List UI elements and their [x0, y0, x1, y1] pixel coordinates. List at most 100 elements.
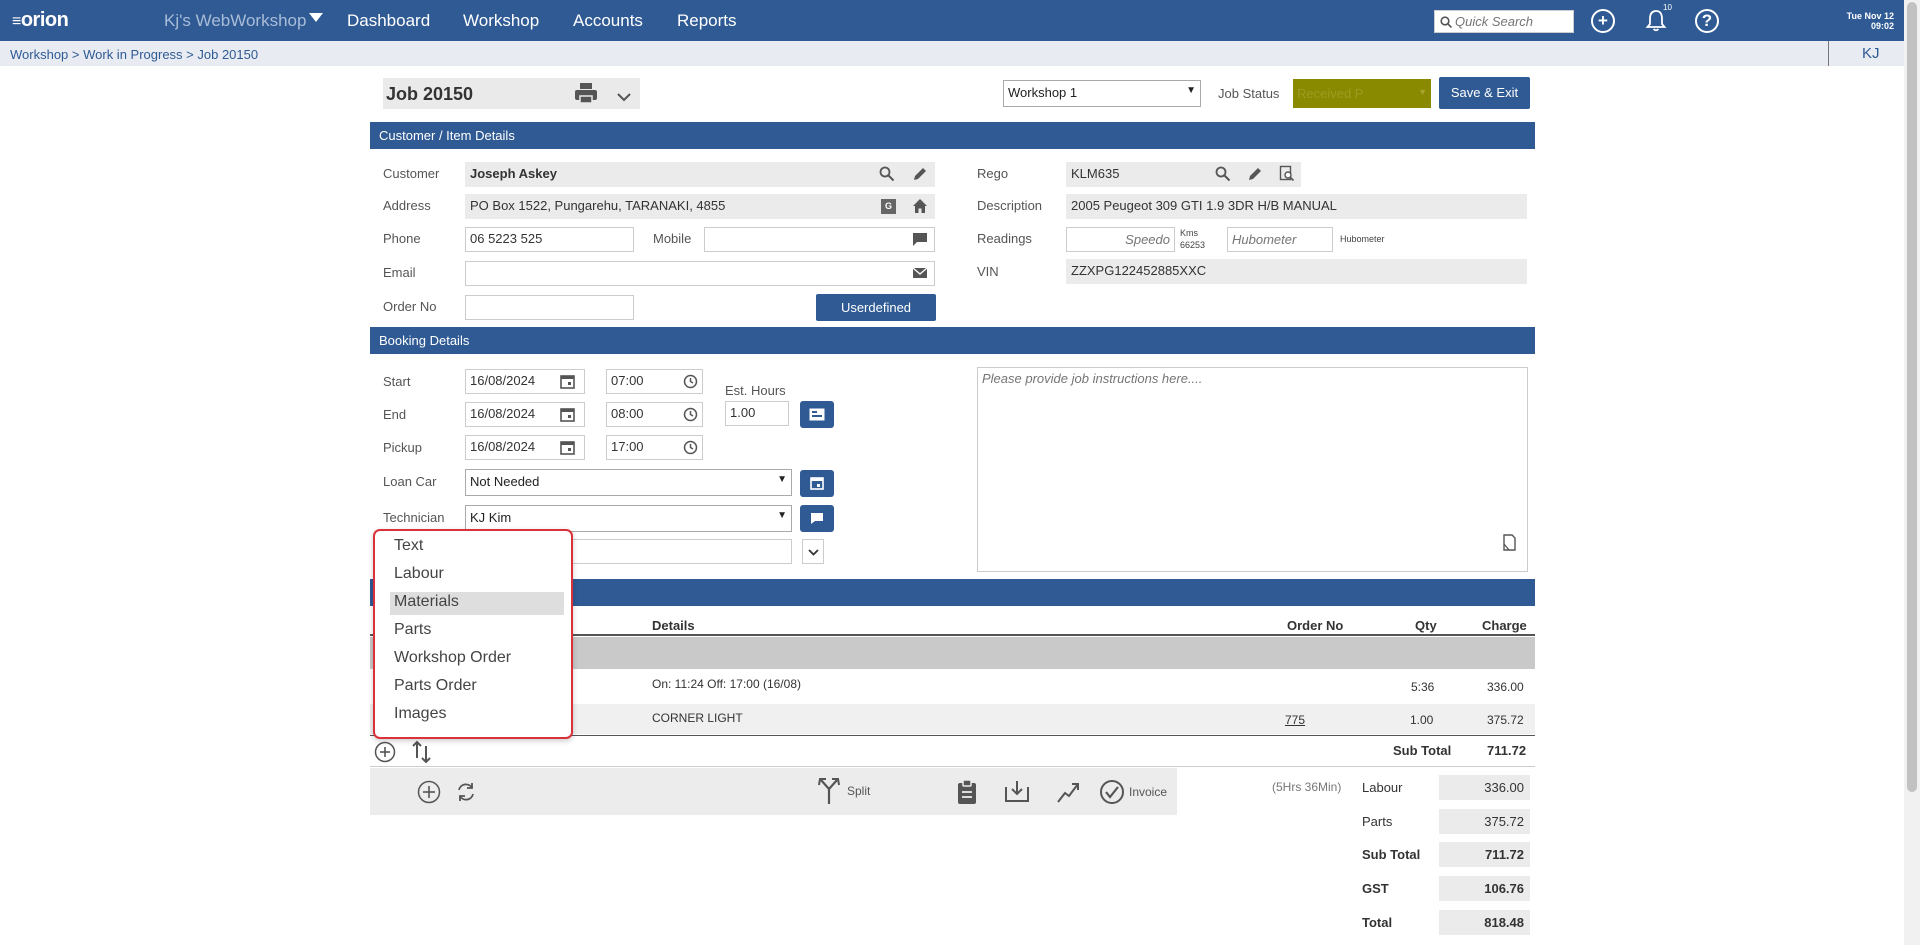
user-initials[interactable]: KJ [1862, 45, 1880, 62]
sort-icon[interactable] [411, 740, 433, 764]
workshop-switcher[interactable]: Kj's WebWorkshop [164, 11, 306, 31]
menu-item-text[interactable]: Text [390, 536, 564, 559]
chevron-down-icon[interactable] [616, 92, 632, 102]
email-field[interactable] [465, 261, 935, 286]
calendar-icon[interactable] [560, 374, 575, 389]
labour-total-label: Labour [1362, 780, 1403, 795]
col-charge: Charge [1482, 618, 1527, 633]
split-button[interactable]: Split [817, 777, 885, 805]
search-icon [1440, 16, 1452, 28]
technician-label: Technician [383, 510, 445, 525]
menu-item-parts-order[interactable]: Parts Order [390, 676, 564, 699]
booking-extra-toggle[interactable] [802, 539, 824, 564]
help-icon[interactable]: ? [1695, 9, 1719, 33]
hours-note: (5Hrs 36Min) [1272, 780, 1342, 794]
address-field[interactable]: PO Box 1522, Pungarehu, TARANAKI, 4855 [465, 194, 935, 219]
add-line-icon[interactable] [374, 741, 396, 763]
order-no-label: Order No [383, 299, 437, 314]
search-icon[interactable] [1215, 166, 1231, 182]
menu-item-parts[interactable]: Parts [390, 620, 564, 643]
gst-label: GST [1362, 881, 1389, 896]
userdefined-button[interactable]: Userdefined [816, 294, 936, 321]
menu-item-materials[interactable]: Materials [390, 592, 564, 615]
est-hours-field[interactable]: 1.00 [725, 401, 789, 426]
calendar-icon[interactable] [560, 407, 575, 422]
loan-car-select[interactable]: Not Needed ▼ [465, 469, 792, 496]
description-field[interactable]: 2005 Peugeot 309 GTI 1.9 3DR H/B MANUAL [1066, 194, 1527, 219]
parts-total-label: Parts [1362, 814, 1393, 829]
job-instructions-textarea[interactable] [977, 367, 1528, 572]
hubometer-unit-label: Hubometer [1340, 234, 1385, 244]
speedo-input[interactable] [1066, 227, 1175, 252]
schedule-button[interactable] [800, 401, 834, 428]
vin-field[interactable]: ZZXPG122452885XXC [1066, 259, 1527, 284]
calendar-icon[interactable] [560, 440, 575, 455]
note-icon[interactable] [1502, 534, 1517, 551]
clipboard-icon[interactable] [956, 779, 978, 805]
save-exit-button[interactable]: Save & Exit [1439, 77, 1530, 109]
breadcrumb[interactable]: Workshop > Work in Progress > Job 20150 [10, 47, 258, 62]
edit-icon[interactable] [912, 166, 928, 182]
customer-label: Customer [383, 166, 440, 181]
invoice-label: Invoice [1129, 785, 1168, 799]
nav-reports[interactable]: Reports [677, 11, 737, 31]
col-details: Details [652, 618, 695, 633]
subtotal-label: Sub Total [1393, 743, 1452, 758]
clock-icon[interactable] [683, 440, 698, 455]
row-order-no-link[interactable]: 775 [1285, 713, 1305, 727]
divider [1828, 41, 1829, 66]
pickup-label: Pickup [383, 440, 423, 455]
clock-icon[interactable] [683, 407, 698, 422]
divider [370, 766, 1535, 767]
search-input[interactable] [1455, 13, 1570, 30]
print-icon[interactable] [574, 82, 598, 104]
col-qty: Qty [1415, 618, 1437, 633]
mobile-field[interactable] [704, 227, 935, 252]
row-charge: 336.00 [1487, 680, 1524, 694]
home-icon[interactable] [912, 198, 928, 214]
menu-item-workshop-order[interactable]: Workshop Order [390, 648, 564, 671]
kms-reading: Kms 66253 [1180, 228, 1206, 250]
nav-dashboard[interactable]: Dashboard [347, 11, 430, 31]
quick-search[interactable] [1434, 10, 1574, 33]
scrollbar-thumb[interactable] [1907, 2, 1917, 792]
order-no-field[interactable] [465, 295, 634, 320]
technician-select[interactable]: KJ Kim ▼ [465, 505, 792, 532]
nav-workshop[interactable]: Workshop [463, 11, 539, 31]
vin-label: VIN [977, 264, 999, 279]
invoice-button[interactable]: Invoice [1099, 779, 1171, 805]
start-label: Start [383, 374, 411, 389]
hubometer-input[interactable] [1227, 227, 1333, 252]
loan-car-calendar-button[interactable] [800, 470, 834, 497]
clock-icon[interactable] [683, 374, 698, 389]
check-circle-icon [1100, 780, 1124, 804]
edit-icon[interactable] [1247, 166, 1263, 182]
refresh-icon[interactable] [455, 781, 477, 803]
download-icon[interactable] [1004, 779, 1030, 803]
nav-accounts[interactable]: Accounts [573, 11, 643, 31]
row-qty: 1.00 [1410, 713, 1434, 727]
orion-logo[interactable]: ≡orion [12, 9, 69, 32]
technician-message-button[interactable] [800, 505, 834, 532]
google-maps-icon[interactable]: G [881, 199, 896, 214]
customer-field[interactable]: Joseph Askey [465, 162, 935, 187]
document-search-icon[interactable] [1279, 165, 1295, 183]
mail-icon[interactable] [912, 266, 928, 280]
grand-total-label: Total [1362, 915, 1393, 930]
workshop-select[interactable]: Workshop 1 ▼ [1003, 80, 1201, 107]
phone-field[interactable]: 06 5223 525 [465, 227, 634, 252]
message-icon[interactable] [912, 231, 928, 247]
add-icon[interactable]: + [1591, 9, 1615, 33]
rego-field[interactable]: KLM635 [1066, 162, 1301, 187]
menu-item-labour[interactable]: Labour [390, 564, 564, 587]
chevron-down-icon[interactable] [309, 13, 323, 22]
row-qty: 5:36 [1411, 680, 1435, 694]
trend-icon[interactable] [1056, 780, 1080, 804]
job-status-select[interactable]: Received P ▼ [1293, 79, 1431, 108]
menu-item-images[interactable]: Images [390, 704, 564, 727]
datetime: Tue Nov 12 09:02 [1846, 11, 1894, 31]
search-icon[interactable] [879, 166, 895, 182]
row-charge: 375.72 [1487, 713, 1524, 727]
vertical-scrollbar[interactable] [1904, 0, 1920, 945]
add-icon[interactable] [417, 780, 441, 804]
